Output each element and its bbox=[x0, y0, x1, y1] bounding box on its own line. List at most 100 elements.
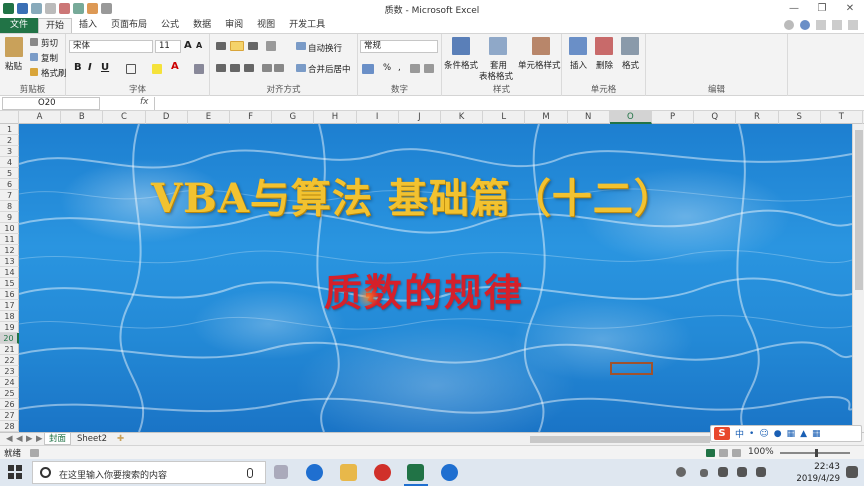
emoji-icon[interactable]: ☺ bbox=[759, 429, 768, 439]
row-header-4[interactable]: 4 bbox=[0, 157, 19, 168]
tab-view[interactable]: 视图 bbox=[250, 18, 282, 33]
volume-icon[interactable] bbox=[737, 467, 747, 477]
sheet-tab-sheet2[interactable]: Sheet2 bbox=[73, 433, 111, 445]
column-header-p[interactable]: P bbox=[652, 111, 695, 124]
decrease-decimal-icon[interactable] bbox=[424, 64, 434, 73]
toolbox-icon[interactable]: ▦ bbox=[812, 429, 821, 439]
comma-button[interactable]: , bbox=[398, 63, 401, 73]
macro-record-icon[interactable] bbox=[30, 449, 39, 457]
tray-clock-date[interactable]: 2019/4/29 bbox=[776, 474, 840, 484]
minimize-icon[interactable]: — bbox=[780, 3, 808, 14]
ime-language-toggle[interactable]: 中 bbox=[735, 427, 744, 440]
name-box[interactable]: O20 bbox=[2, 97, 100, 110]
tab-formulas[interactable]: 公式 bbox=[154, 18, 186, 33]
page-layout-view-icon[interactable] bbox=[719, 449, 728, 457]
network-icon[interactable] bbox=[718, 467, 728, 477]
column-header-c[interactable]: C bbox=[103, 111, 146, 124]
row-header-7[interactable]: 7 bbox=[0, 190, 19, 201]
shrink-font-icon[interactable]: A bbox=[196, 41, 202, 50]
sogou-logo-icon[interactable]: S bbox=[714, 427, 730, 440]
row-header-8[interactable]: 8 bbox=[0, 201, 19, 212]
conditional-format-button[interactable]: 条件格式 bbox=[444, 59, 478, 71]
column-header-j[interactable]: J bbox=[399, 111, 441, 124]
row-header-23[interactable]: 23 bbox=[0, 366, 19, 377]
restore-icon[interactable]: ❐ bbox=[808, 3, 836, 14]
format-cells-button[interactable]: 格式 bbox=[622, 59, 639, 71]
column-header-o[interactable]: O bbox=[609, 111, 652, 124]
column-header-a[interactable]: A bbox=[19, 111, 62, 124]
column-header-b[interactable]: B bbox=[61, 111, 104, 124]
number-format-select[interactable]: 常规 bbox=[360, 40, 438, 53]
workbook-close-icon[interactable] bbox=[848, 20, 858, 30]
zoom-level[interactable]: 100% bbox=[748, 447, 774, 457]
print-preview-icon[interactable] bbox=[59, 3, 70, 14]
row-header-25[interactable]: 25 bbox=[0, 388, 19, 399]
paste-button[interactable]: 粘贴 bbox=[5, 60, 22, 72]
increase-indent-icon[interactable] bbox=[274, 64, 284, 72]
row-header-17[interactable]: 17 bbox=[0, 300, 19, 311]
edge-browser-icon[interactable] bbox=[306, 464, 323, 481]
column-header-t[interactable]: T bbox=[821, 111, 863, 124]
column-header-i[interactable]: I bbox=[357, 111, 399, 124]
align-right-icon[interactable] bbox=[244, 64, 254, 72]
microphone-icon[interactable] bbox=[247, 468, 253, 478]
file-explorer-icon[interactable] bbox=[340, 464, 357, 481]
form-icon[interactable] bbox=[87, 3, 98, 14]
zoom-slider-knob[interactable] bbox=[815, 449, 818, 457]
vertical-scrollbar[interactable] bbox=[852, 124, 864, 432]
new-sheet-icon[interactable]: ✚ bbox=[113, 433, 128, 445]
row-header-14[interactable]: 14 bbox=[0, 267, 19, 278]
insert-cells-button[interactable]: 插入 bbox=[570, 59, 587, 71]
row-header-15[interactable]: 15 bbox=[0, 278, 19, 289]
tab-page-layout[interactable]: 页面布局 bbox=[104, 18, 154, 33]
column-header-l[interactable]: L bbox=[483, 111, 526, 124]
column-header-e[interactable]: E bbox=[188, 111, 230, 124]
copy-button[interactable]: 复制 bbox=[41, 52, 58, 64]
row-header-12[interactable]: 12 bbox=[0, 245, 19, 256]
keyboard-icon[interactable]: ▦ bbox=[787, 429, 796, 439]
delete-cells-button[interactable]: 删除 bbox=[596, 59, 613, 71]
row-header-18[interactable]: 18 bbox=[0, 311, 19, 322]
tab-insert[interactable]: 插入 bbox=[72, 18, 104, 33]
accounting-icon[interactable] bbox=[362, 64, 374, 74]
font-color-icon[interactable]: A bbox=[171, 61, 179, 72]
windows-start-icon[interactable] bbox=[8, 465, 22, 479]
underline-button[interactable]: U bbox=[101, 62, 109, 73]
save-icon[interactable] bbox=[17, 3, 28, 14]
tray-chevron-icon[interactable] bbox=[700, 469, 708, 477]
column-header-f[interactable]: F bbox=[230, 111, 273, 124]
macro-icon[interactable] bbox=[73, 3, 84, 14]
phonetic-icon[interactable] bbox=[194, 64, 204, 74]
column-header-r[interactable]: R bbox=[736, 111, 779, 124]
align-middle-icon[interactable] bbox=[230, 41, 244, 51]
column-header-k[interactable]: K bbox=[441, 111, 484, 124]
formula-input[interactable] bbox=[154, 97, 862, 110]
fill-color-icon[interactable] bbox=[152, 64, 162, 74]
notification-center-icon[interactable] bbox=[846, 466, 858, 478]
row-header-6[interactable]: 6 bbox=[0, 179, 19, 190]
merge-center-button[interactable]: 合并后居中 bbox=[308, 63, 351, 75]
row-header-9[interactable]: 9 bbox=[0, 212, 19, 223]
select-all-corner[interactable] bbox=[0, 111, 19, 124]
italic-button[interactable]: I bbox=[88, 62, 92, 73]
row-header-2[interactable]: 2 bbox=[0, 135, 19, 146]
column-header-s[interactable]: S bbox=[779, 111, 821, 124]
sheet-tab-cover[interactable]: 封面 bbox=[44, 433, 72, 445]
help-icon[interactable] bbox=[800, 20, 810, 30]
people-icon[interactable] bbox=[676, 467, 686, 477]
column-header-h[interactable]: H bbox=[314, 111, 357, 124]
cut-button[interactable]: 剪切 bbox=[41, 37, 58, 49]
column-header-n[interactable]: N bbox=[568, 111, 610, 124]
recorder-app-icon[interactable] bbox=[374, 464, 391, 481]
orientation-icon[interactable] bbox=[266, 41, 276, 51]
row-header-22[interactable]: 22 bbox=[0, 355, 19, 366]
column-header-d[interactable]: D bbox=[146, 111, 188, 124]
tab-data[interactable]: 数据 bbox=[186, 18, 218, 33]
align-bottom-icon[interactable] bbox=[248, 42, 258, 50]
row-header-20[interactable]: 20 bbox=[0, 333, 19, 344]
undo-icon[interactable] bbox=[31, 3, 42, 14]
paste-icon[interactable] bbox=[5, 37, 23, 57]
font-name-select[interactable]: 宋体 bbox=[69, 40, 153, 53]
row-header-19[interactable]: 19 bbox=[0, 322, 19, 333]
wrap-text-button[interactable]: 自动换行 bbox=[308, 42, 342, 54]
